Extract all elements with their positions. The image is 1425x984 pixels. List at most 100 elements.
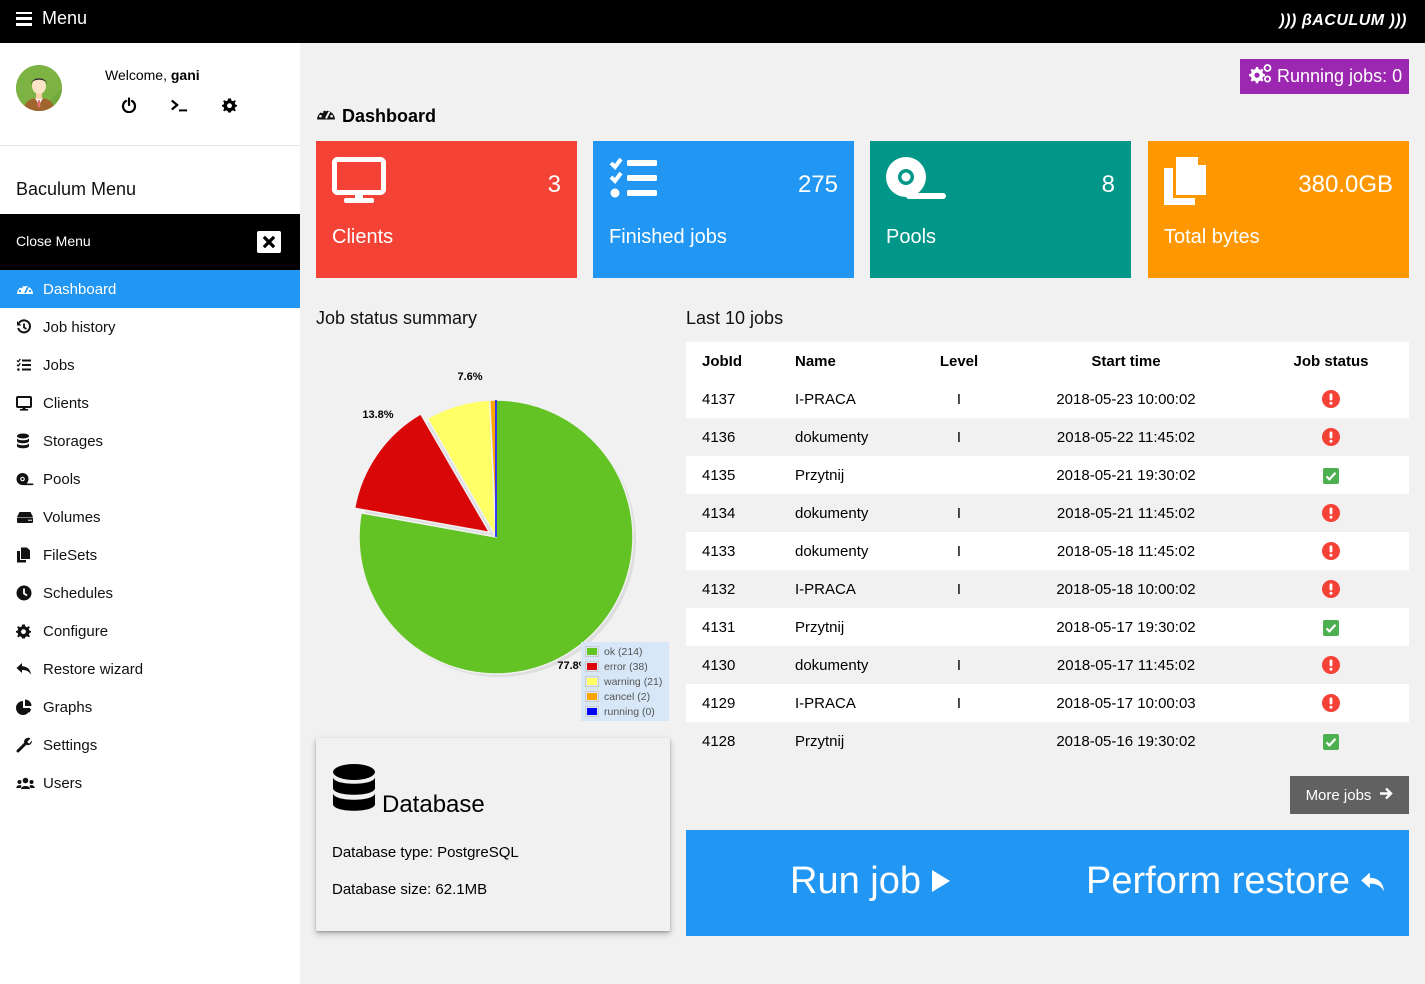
sidebar-item-volumes[interactable]: Volumes [0, 498, 300, 536]
close-icon[interactable] [257, 231, 281, 253]
tile-value: 380.0GB [1298, 171, 1393, 198]
table-row[interactable]: 4131 Przytnij 2018-05-17 19:30:02 [686, 608, 1409, 646]
exclamation-circle-icon [1322, 580, 1340, 599]
database-icon [332, 764, 376, 819]
run-job-button[interactable]: Run job [790, 860, 951, 903]
table-row[interactable]: 4136 dokumenty I 2018-05-22 11:45:02 [686, 418, 1409, 456]
table-row[interactable]: 4130 dokumenty I 2018-05-17 11:45:02 [686, 646, 1409, 684]
running-jobs-button[interactable]: Running jobs: 0 [1240, 59, 1409, 94]
column-header-name[interactable]: Name [779, 342, 919, 380]
menu-toggle-button[interactable]: Menu [16, 8, 87, 29]
job-status [1253, 684, 1409, 722]
table-row[interactable]: 4129 I-PRACA I 2018-05-17 10:00:03 [686, 684, 1409, 722]
sidebar-item-label: Dashboard [43, 280, 117, 298]
table-row[interactable]: 4134 dokumenty I 2018-05-21 11:45:02 [686, 494, 1409, 532]
sidebar-nav: Dashboard Job history Jobs Clients Stora… [0, 270, 300, 802]
exclamation-circle-icon [1322, 428, 1340, 447]
sidebar-item-label: Users [43, 774, 83, 792]
sidebar-item-configure[interactable]: Configure [0, 612, 300, 650]
perform-restore-button[interactable]: Perform restore [1086, 860, 1386, 903]
table-row[interactable]: 4133 dokumenty I 2018-05-18 11:45:02 [686, 532, 1409, 570]
legend-item-cancel: cancel (2) [585, 689, 665, 704]
desktop-icon [332, 157, 386, 210]
table-row[interactable]: 4135 Przytnij 2018-05-21 19:30:02 [686, 456, 1409, 494]
baculum-logo: ))) βACULUM ))) [1279, 12, 1407, 29]
tile-pools[interactable]: 8 Pools [870, 141, 1131, 278]
tile-label: Total bytes [1164, 226, 1260, 248]
avatar [16, 65, 62, 111]
user-panel: Welcome, gani [0, 43, 300, 146]
close-menu-button[interactable]: Close Menu [0, 214, 300, 270]
desktop-icon [16, 395, 36, 411]
sidebar-item-label: Restore wizard [43, 660, 144, 678]
tile-total-bytes[interactable]: 380.0GB Total bytes [1148, 141, 1409, 278]
cogs-icon [1248, 64, 1272, 89]
column-header-start-time[interactable]: Start time [999, 342, 1253, 380]
close-menu-label: Close Menu [16, 233, 91, 249]
sidebar-item-clients[interactable]: Clients [0, 384, 300, 422]
sidebar-item-filesets[interactable]: FileSets [0, 536, 300, 574]
sidebar-item-jobs[interactable]: Jobs [0, 346, 300, 384]
sidebar-item-graphs[interactable]: Graphs [0, 688, 300, 726]
exclamation-circle-icon [1322, 694, 1340, 713]
table-row[interactable]: 4137 I-PRACA I 2018-05-23 10:00:02 [686, 380, 1409, 418]
table-row[interactable]: 4132 I-PRACA I 2018-05-18 10:00:02 [686, 570, 1409, 608]
sidebar-item-users[interactable]: Users [0, 764, 300, 802]
action-bar: Run job Perform restore [686, 830, 1409, 936]
column-header-jobid[interactable]: JobId [686, 342, 779, 380]
reply-icon [16, 661, 36, 677]
sidebar-item-job-history[interactable]: Job history [0, 308, 300, 346]
job-name: Przytnij [779, 456, 919, 494]
copy-icon [16, 547, 36, 563]
job-id: 4133 [686, 532, 779, 570]
sidebar-item-restore-wizard[interactable]: Restore wizard [0, 650, 300, 688]
check-square-icon [1323, 467, 1339, 484]
page-title-text: Dashboard [342, 106, 437, 126]
job-status [1253, 646, 1409, 684]
sidebar-item-schedules[interactable]: Schedules [0, 574, 300, 612]
table-row[interactable]: 4128 Przytnij 2018-05-16 19:30:02 [686, 722, 1409, 760]
exclamation-circle-icon [1322, 542, 1340, 561]
job-status [1253, 456, 1409, 494]
job-name: I-PRACA [779, 684, 919, 722]
legend-item-error: error (38) [585, 659, 665, 674]
job-start-time: 2018-05-23 10:00:02 [999, 380, 1253, 418]
job-name: I-PRACA [779, 570, 919, 608]
tile-value: 8 [1101, 171, 1115, 198]
terminal-icon[interactable] [170, 96, 188, 114]
copy-icon [1164, 157, 1208, 212]
job-id: 4136 [686, 418, 779, 456]
users-icon [16, 775, 36, 791]
legend-item-running: running (0) [585, 704, 665, 719]
gear-icon[interactable] [220, 96, 238, 114]
exclamation-circle-icon [1322, 390, 1340, 409]
logout-icon[interactable] [120, 96, 138, 114]
last-jobs-table: JobId Name Level Start time Job status 4… [686, 342, 1409, 760]
page-title: Dashboard [316, 106, 436, 127]
column-header-level[interactable]: Level [919, 342, 999, 380]
sidebar-item-label: Configure [43, 622, 109, 640]
wrench-icon [16, 737, 36, 753]
sidebar-item-dashboard[interactable]: Dashboard [0, 270, 300, 308]
sidebar-item-label: Job history [43, 318, 116, 336]
job-status [1253, 494, 1409, 532]
job-status-pie-chart: 77.8% 13.8% 7.6% ok (214) error (38) warni… [316, 340, 676, 730]
tasks-icon [609, 157, 659, 204]
column-header-job-status[interactable]: Job status [1253, 342, 1409, 380]
pie-legend: ok (214) error (38) warning (21) cancel … [581, 642, 669, 721]
sidebar-item-pools[interactable]: Pools [0, 460, 300, 498]
job-id: 4134 [686, 494, 779, 532]
tile-clients[interactable]: 3 Clients [316, 141, 577, 278]
sidebar-item-storages[interactable]: Storages [0, 422, 300, 460]
pie-label-error: 13.8% [362, 409, 393, 421]
job-level: I [919, 380, 999, 418]
exclamation-circle-icon [1322, 656, 1340, 675]
sidebar-item-label: Clients [43, 394, 89, 412]
job-id: 4130 [686, 646, 779, 684]
sidebar-item-settings[interactable]: Settings [0, 726, 300, 764]
database-card: Database Database type: PostgreSQL Datab… [316, 738, 670, 931]
tape-icon [886, 157, 948, 208]
tile-finished-jobs[interactable]: 275 Finished jobs [593, 141, 854, 278]
arrow-right-icon [1379, 787, 1394, 804]
more-jobs-button[interactable]: More jobs [1290, 776, 1409, 814]
